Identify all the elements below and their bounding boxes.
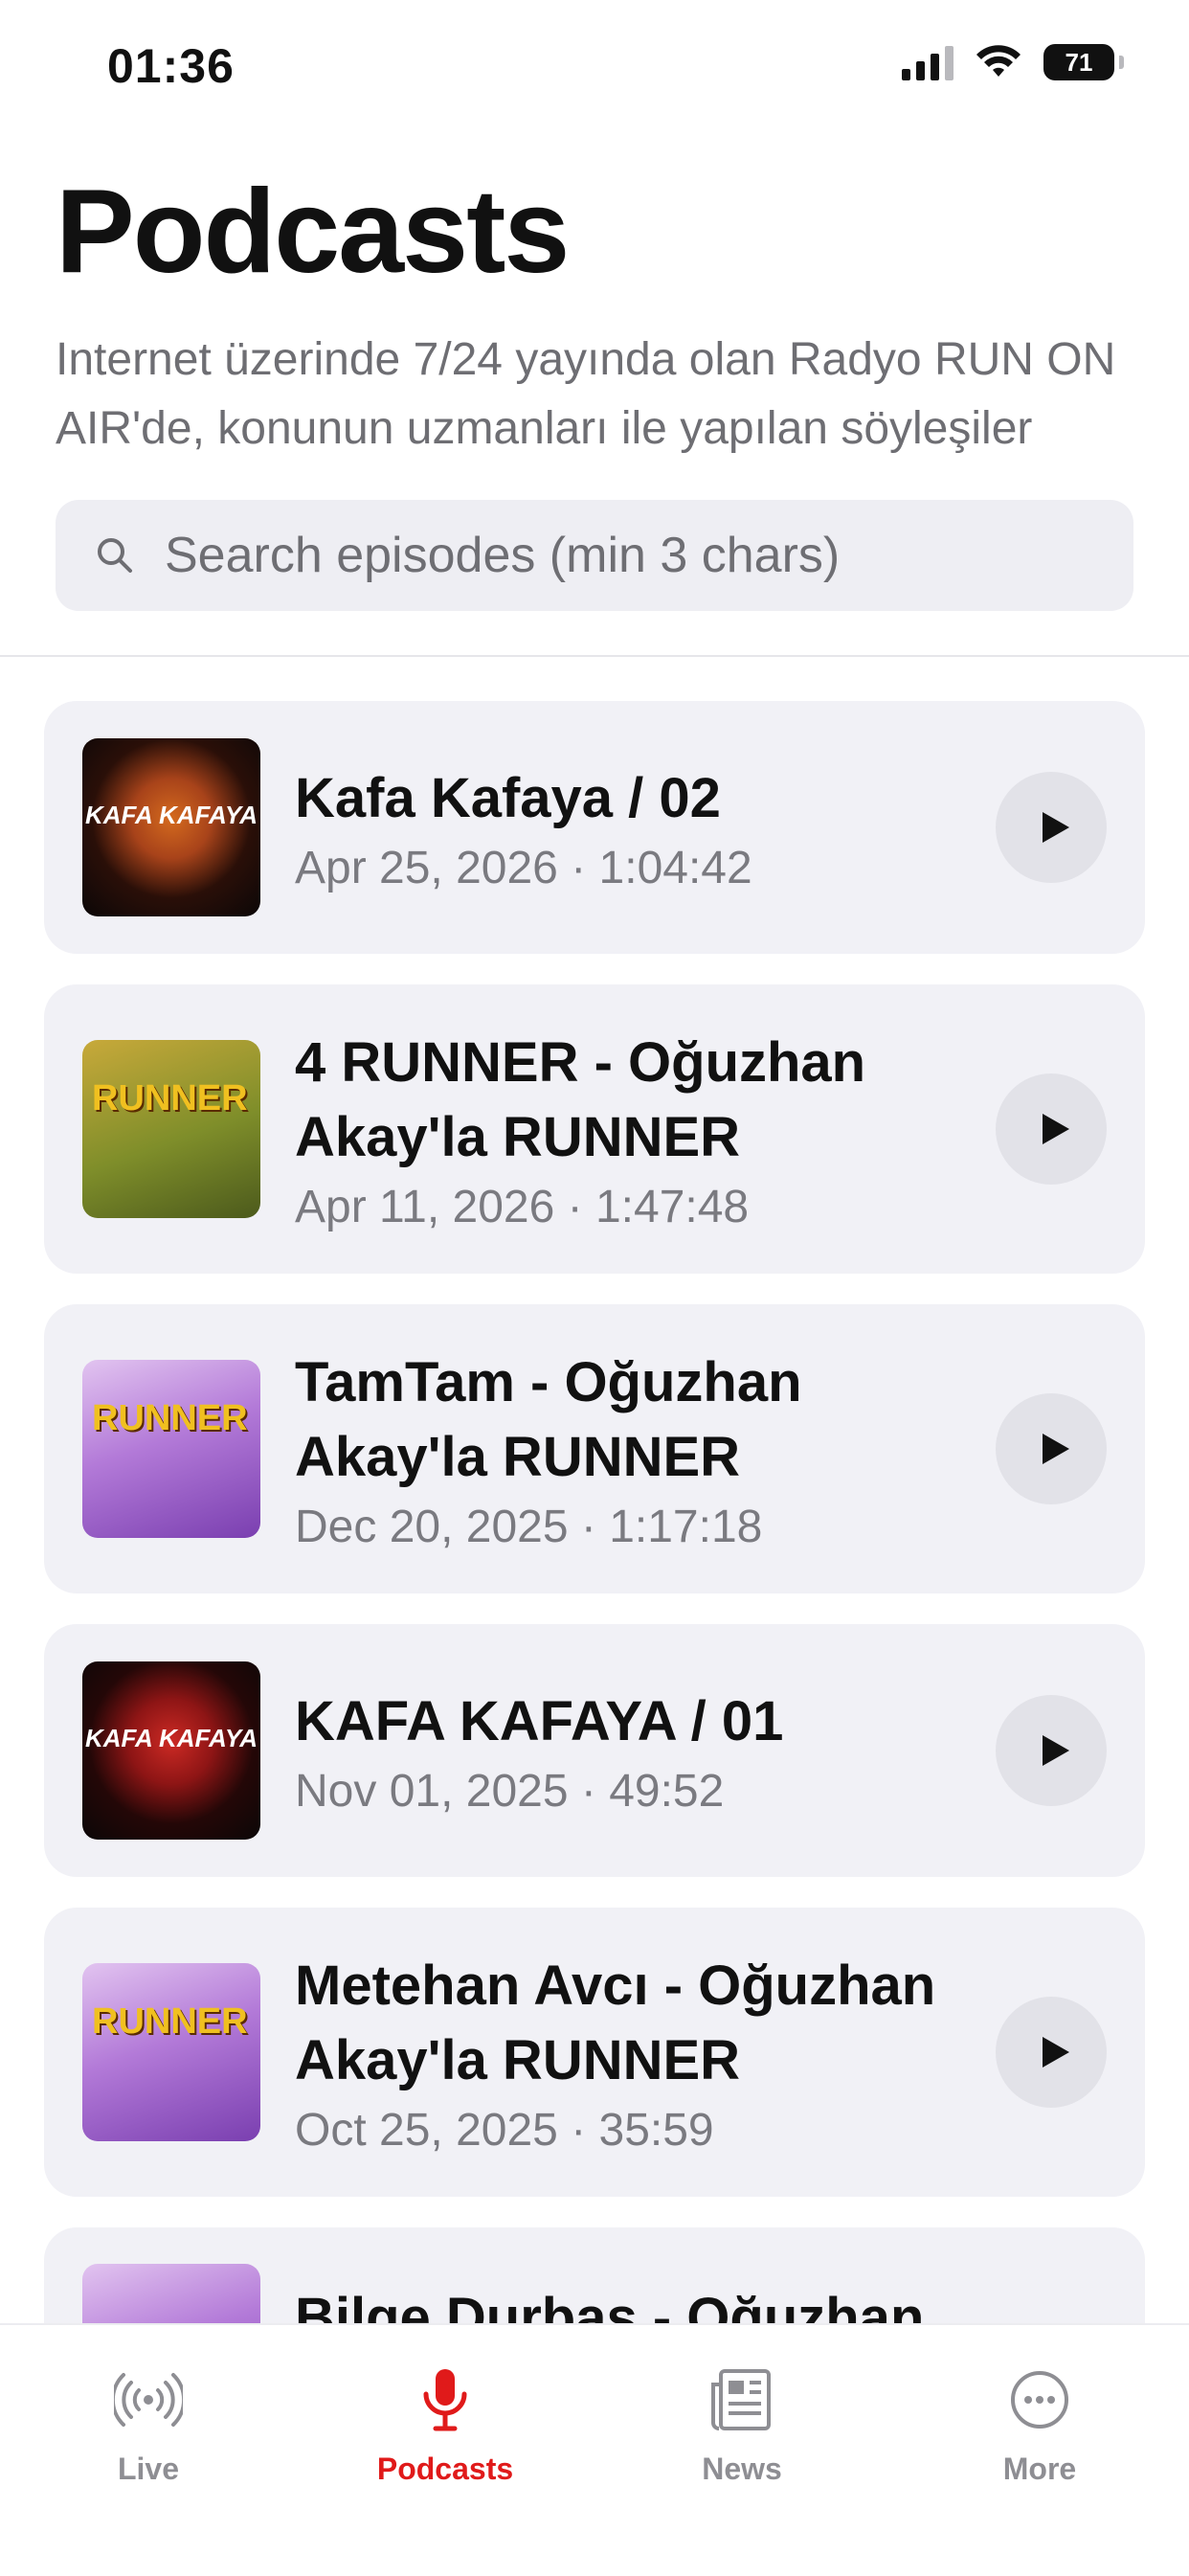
episode-title: KAFA KAFAYA / 01 [295,1689,784,1752]
episode-info: TamTam - Oğuzhan Akay'la RUNNER Dec 20, … [295,1345,973,1553]
play-button[interactable] [996,1695,1107,1806]
tab-label: Podcasts [376,2452,514,2486]
episode-meta: Oct 25, 2025 · 35:59 [295,2104,714,2156]
tab-podcasts[interactable]: Podcasts [330,2365,560,2487]
episode-artwork: KAFA KAFAYA [82,738,260,916]
ellipsis-circle-icon [1011,2371,1068,2429]
episode-meta: Nov 01, 2025 · 49:52 [295,1765,725,1817]
status-bar: 01:36 71 [0,0,1189,134]
broadcast-icon [114,2373,183,2427]
wifi-icon [976,45,1021,77]
episode-title: Kafa Kafaya / 02 [295,766,721,829]
episode-meta: Apr 11, 2026 · 1:47:48 [295,1181,750,1232]
play-icon [1043,1114,1069,1144]
episode-title: 4 RUNNER - Oğuzhan Akay'la RUNNER [295,1030,866,1168]
episode-artwork: RUNNER [82,1963,260,2141]
episode-artwork: KAFA KAFAYA [82,1661,260,1840]
tab-more[interactable]: More [925,2365,1155,2487]
episode-list: KAFA KAFAYA Kafa Kafaya / 02 Apr 25, 202… [44,701,1145,2511]
episode-card[interactable]: RUNNER TamTam - Oğuzhan Akay'la RUNNER D… [44,1304,1145,1593]
status-icons: 71 [902,44,1124,80]
episode-title: TamTam - Oğuzhan Akay'la RUNNER [295,1350,802,1488]
episode-info: KAFA KAFAYA / 01 Nov 01, 2025 · 49:52 [295,1684,973,1818]
tab-live[interactable]: Live [34,2365,263,2487]
search-icon [98,538,132,573]
play-button[interactable] [996,1393,1107,1504]
episode-card[interactable]: RUNNER 4 RUNNER - Oğuzhan Akay'la RUNNER… [44,984,1145,1274]
episode-card[interactable]: KAFA KAFAYA Kafa Kafaya / 02 Apr 25, 202… [44,701,1145,954]
microphone-icon [423,2369,467,2431]
episode-meta: Apr 25, 2026 · 1:04:42 [295,842,752,893]
tab-label: News [702,2452,782,2486]
episode-card[interactable]: RUNNER Metehan Avcı - Oğuzhan Akay'la RU… [44,1908,1145,2197]
play-button[interactable] [996,772,1107,883]
tab-label: Live [117,2452,180,2486]
header-divider [0,655,1189,657]
episode-artwork: RUNNER [82,1360,260,1538]
search-input[interactable] [163,526,1076,585]
episode-meta: Dec 20, 2025 · 1:17:18 [295,1501,763,1552]
tab-label: More [1002,2452,1077,2486]
episode-artwork: RUNNER [82,1040,260,1218]
status-time: 01:36 [107,39,235,93]
play-icon [1043,2037,1069,2068]
play-icon [1043,1434,1069,1464]
episode-info: Kafa Kafaya / 02 Apr 25, 2026 · 1:04:42 [295,761,973,894]
tab-news[interactable]: News [627,2365,857,2487]
episode-card[interactable]: KAFA KAFAYA KAFA KAFAYA / 01 Nov 01, 202… [44,1624,1145,1877]
episode-info: Metehan Avcı - Oğuzhan Akay'la RUNNER Oc… [295,1949,973,2157]
play-button[interactable] [996,1997,1107,2108]
play-icon [1043,1735,1069,1766]
search-bar[interactable] [56,500,1133,611]
tab-bar: Live Podcasts News More [0,2323,1189,2576]
play-button[interactable] [996,1073,1107,1185]
page-description: Internet üzerinde 7/24 yayında olan Rady… [56,334,1116,454]
page-title: Podcasts [56,166,570,298]
episode-title: Metehan Avcı - Oğuzhan Akay'la RUNNER [295,1954,936,2091]
episode-info: 4 RUNNER - Oğuzhan Akay'la RUNNER Apr 11… [295,1026,973,1233]
newspaper-icon [711,2369,771,2430]
cellular-signal-icon [902,44,953,80]
battery-icon: 71 [1043,44,1124,80]
play-icon [1043,812,1069,843]
